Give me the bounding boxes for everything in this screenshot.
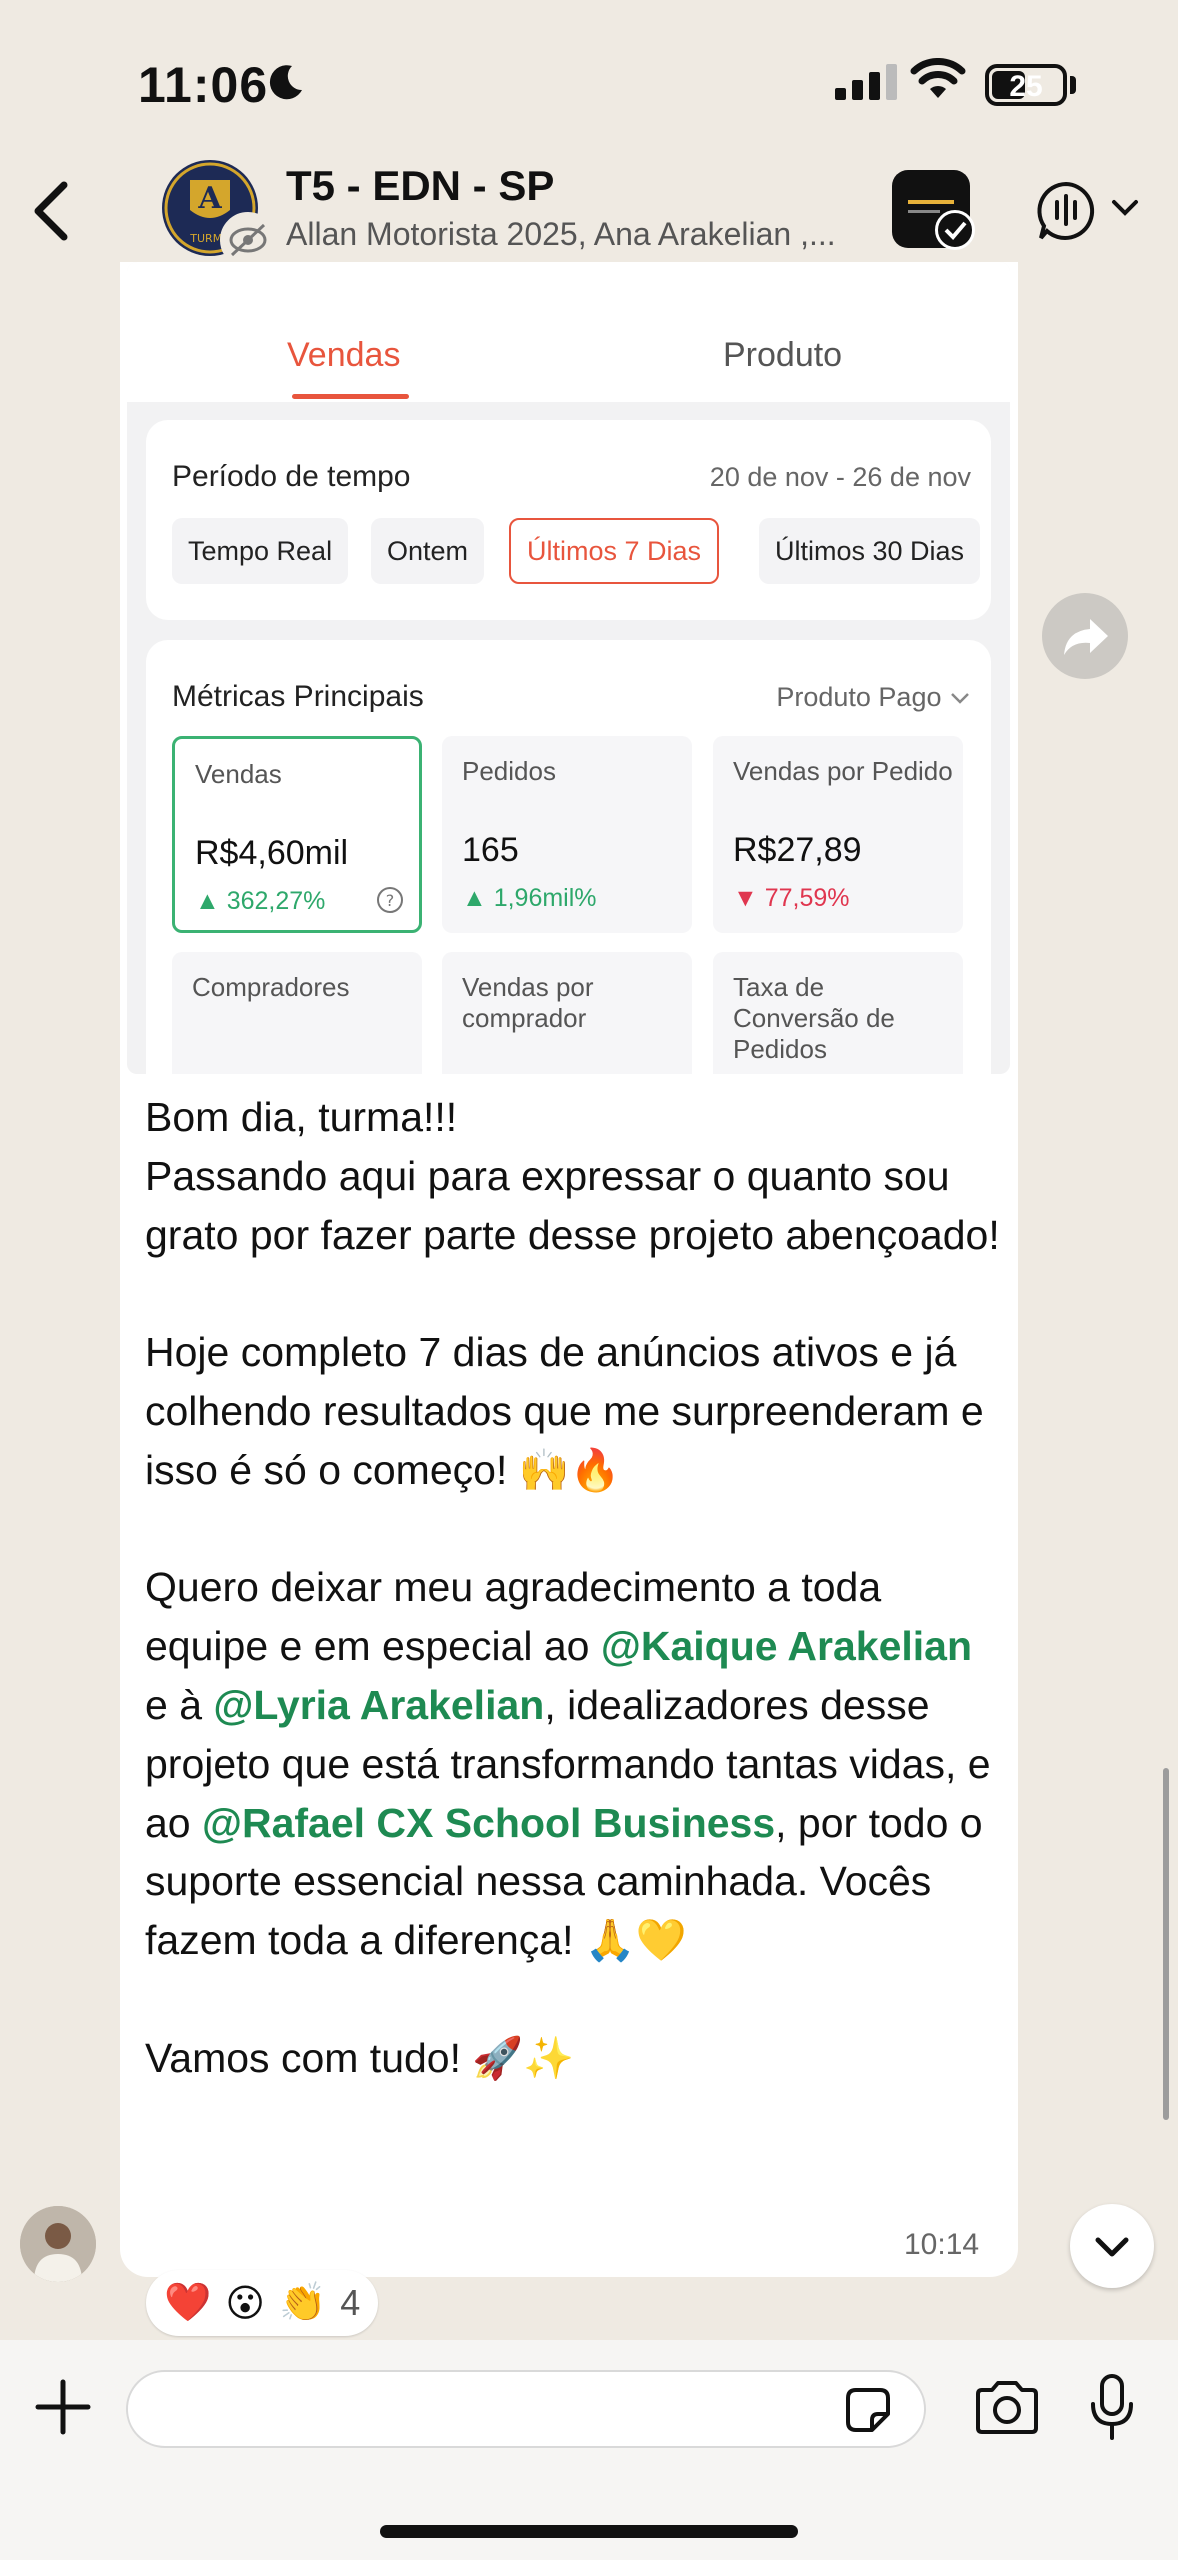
chip-ultimos-30-dias: Últimos 30 Dias bbox=[759, 518, 981, 584]
metric-compradores: Compradores bbox=[172, 952, 422, 1074]
message-time: 10:14 bbox=[904, 2228, 980, 2261]
up-triangle-icon: ▲ bbox=[195, 887, 220, 915]
chevron-down-icon bbox=[1095, 2237, 1129, 2257]
metric-vendas-por-comprador: Vendas por comprador bbox=[442, 952, 692, 1074]
tab-produto: Produto bbox=[723, 336, 843, 374]
heart-reaction: ❤️ bbox=[164, 2282, 212, 2324]
metric-label: Vendas por comprador bbox=[462, 972, 594, 1033]
status-time: 11:06 bbox=[138, 57, 269, 113]
check-badge-icon bbox=[935, 210, 975, 250]
metric-value: R$27,89 bbox=[733, 831, 862, 869]
back-arrow-icon[interactable] bbox=[24, 175, 84, 247]
eye-slash-icon bbox=[220, 212, 276, 268]
sender-avatar[interactable] bbox=[20, 2206, 96, 2282]
chip-ontem: Ontem bbox=[371, 518, 485, 584]
metric-value: R$4,60mil bbox=[195, 834, 349, 872]
reactions-bar[interactable]: ❤️ 😮 👏 4 bbox=[146, 2270, 379, 2336]
metric-delta-value: 77,59% bbox=[764, 884, 850, 912]
forward-button[interactable] bbox=[1042, 593, 1128, 679]
camera-icon[interactable] bbox=[972, 2378, 1042, 2438]
message-input[interactable] bbox=[126, 2370, 926, 2448]
moon-icon bbox=[269, 65, 302, 100]
metric-label: Pedidos bbox=[462, 756, 556, 786]
mention-link[interactable]: @Rafael CX School Business bbox=[202, 1800, 775, 1846]
metrics-title: Métricas Principais bbox=[172, 680, 424, 713]
chat-title[interactable]: T5 - EDN - SP bbox=[286, 162, 554, 210]
message-paragraph: Bom dia, turma!!! Passando aqui para exp… bbox=[145, 1094, 1000, 1258]
svg-text:?: ? bbox=[386, 891, 395, 910]
metric-pedidos: Pedidos 165 ▲ 1,96mil% bbox=[442, 736, 692, 933]
metric-delta-value: 1,96mil% bbox=[493, 884, 597, 912]
period-range: 20 de nov - 26 de nov bbox=[709, 462, 971, 492]
metric-delta: ▼ 77,59% bbox=[733, 884, 850, 913]
mention-link[interactable]: @Kaique Arakelian bbox=[601, 1623, 972, 1669]
chevron-down-icon bbox=[951, 693, 969, 704]
group-logo-letter: A bbox=[197, 181, 222, 216]
period-card: Período de tempo 20 de nov - 26 de nov T… bbox=[146, 420, 991, 620]
person-icon bbox=[20, 2206, 96, 2282]
screenshot-tabs: Vendas Produto bbox=[127, 262, 1010, 402]
chip-tempo-real: Tempo Real bbox=[172, 518, 349, 584]
up-triangle-icon: ▲ bbox=[462, 884, 487, 912]
scrollbar[interactable] bbox=[1163, 1768, 1169, 2120]
metric-delta-value: 362,27% bbox=[226, 887, 326, 915]
metric-label: Taxa de Conversão de Pedidos bbox=[733, 972, 895, 1064]
chat-members[interactable]: Allan Motorista 2025, Ana Arakelian ,... bbox=[286, 216, 886, 253]
metrics-filter: Produto Pago bbox=[776, 682, 971, 713]
microphone-icon[interactable] bbox=[1085, 2372, 1139, 2442]
scroll-to-bottom-button[interactable] bbox=[1070, 2204, 1154, 2288]
chip-ultimos-7-dias: Últimos 7 Dias bbox=[509, 518, 720, 584]
metric-label: Vendas por Pedido bbox=[733, 756, 953, 786]
metric-delta: ▲ 1,96mil% bbox=[462, 884, 597, 913]
metric-vendas: Vendas R$4,60mil ▲ 362,27% ? bbox=[172, 736, 422, 933]
metric-delta: ▲ 362,27% bbox=[195, 887, 325, 916]
share-arrow-icon bbox=[1064, 619, 1108, 655]
clap-reaction: 👏 bbox=[278, 2282, 327, 2324]
metrics-filter-label: Produto Pago bbox=[776, 682, 942, 712]
cellular-signal-icon bbox=[835, 64, 903, 100]
home-indicator bbox=[380, 2525, 798, 2538]
help-icon: ? bbox=[377, 887, 403, 913]
message-paragraph: Hoje completo 7 dias de anúncios ativos … bbox=[145, 1329, 996, 1493]
metric-label: Compradores bbox=[192, 972, 350, 1002]
message-paragraph: Vamos com tudo! 🚀✨ bbox=[145, 2034, 575, 2081]
tab-vendas: Vendas bbox=[287, 336, 401, 374]
metrics-card: Métricas Principais Produto Pago Vendas … bbox=[146, 640, 991, 1074]
metric-label: Vendas bbox=[195, 759, 282, 789]
reaction-count: 4 bbox=[340, 2282, 361, 2323]
battery-icon: 25 bbox=[985, 64, 1067, 106]
battery-level: 25 bbox=[1009, 70, 1043, 103]
period-title: Período de tempo bbox=[172, 460, 411, 493]
voice-chat-icon[interactable] bbox=[1035, 180, 1097, 242]
active-tab-indicator bbox=[292, 394, 409, 399]
sticker-icon[interactable] bbox=[842, 2384, 894, 2436]
wow-reaction: 😮 bbox=[225, 2282, 265, 2325]
metric-value: 165 bbox=[462, 831, 519, 869]
metric-vendas-por-pedido: Vendas por Pedido R$27,89 ▼ 77,59% bbox=[713, 736, 963, 933]
wifi-icon bbox=[910, 58, 966, 98]
mention-link[interactable]: @Lyria Arakelian bbox=[213, 1682, 544, 1728]
chevron-down-icon[interactable] bbox=[1110, 196, 1140, 220]
battery-nub bbox=[1070, 76, 1076, 94]
down-triangle-icon: ▼ bbox=[733, 884, 758, 912]
message-text: Bom dia, turma!!! Passando aqui para exp… bbox=[145, 1088, 1005, 2088]
attached-screenshot[interactable]: Vendas Produto Período de tempo 20 de no… bbox=[127, 262, 1010, 1074]
metric-taxa-conversao: Taxa de Conversão de Pedidos bbox=[713, 952, 963, 1074]
plus-icon[interactable] bbox=[28, 2372, 98, 2442]
